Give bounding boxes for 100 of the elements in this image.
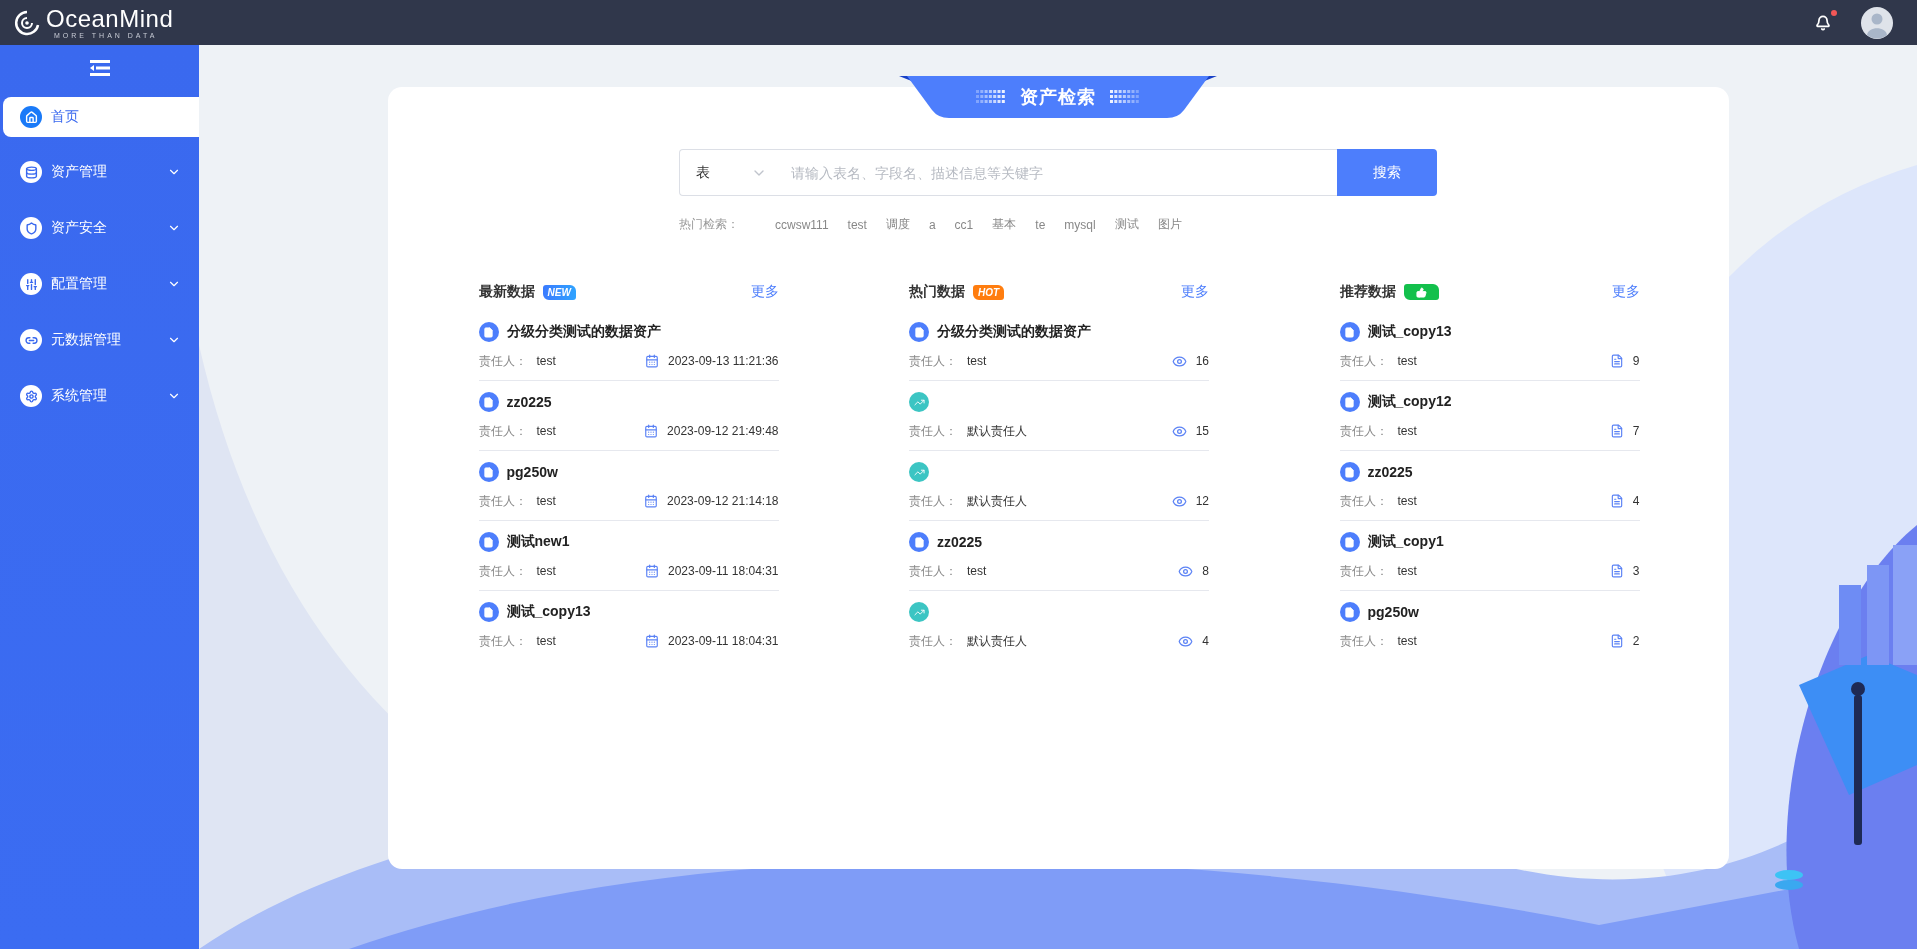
asset-name[interactable]: 测试_copy13 bbox=[1367, 323, 1452, 341]
thumbs-up-icon bbox=[1403, 284, 1439, 300]
count: 2 bbox=[1632, 634, 1640, 648]
owner-label: 责任人： bbox=[909, 562, 957, 580]
timestamp: 2023-09-11 18:04:31 bbox=[667, 634, 779, 648]
document-icon bbox=[1609, 424, 1624, 438]
dot-grid-icon bbox=[976, 90, 1006, 104]
hot-badge: HOT bbox=[973, 284, 1005, 300]
file-icon bbox=[478, 392, 499, 412]
file-icon bbox=[478, 602, 499, 622]
file-icon bbox=[909, 322, 929, 342]
hot-search-link[interactable]: 测试 bbox=[1114, 216, 1139, 233]
owner-label: 责任人： bbox=[478, 422, 527, 440]
asset-name[interactable]: 分级分类测试的数据资产 bbox=[506, 323, 661, 341]
file-icon bbox=[478, 532, 499, 552]
sidebar-item[interactable]: 资产管理 bbox=[0, 144, 199, 200]
link-icon bbox=[20, 329, 42, 351]
home-icon bbox=[20, 106, 42, 128]
hot-search-link[interactable]: test bbox=[847, 217, 867, 232]
document-icon bbox=[1609, 354, 1624, 368]
hot-search-link[interactable]: 图片 bbox=[1157, 216, 1182, 233]
calendar-icon bbox=[644, 564, 659, 578]
owner-label: 责任人： bbox=[478, 352, 527, 370]
avatar[interactable] bbox=[1861, 6, 1893, 39]
owner-name: 默认责任人 bbox=[967, 492, 1027, 510]
database-icon bbox=[20, 161, 42, 183]
logo-name: OceanMind bbox=[46, 6, 174, 31]
hot-search-link[interactable]: ccwsw111 bbox=[775, 217, 829, 232]
sidebar-item[interactable]: 配置管理 bbox=[0, 256, 199, 312]
asset-name[interactable]: zz0225 bbox=[937, 534, 983, 550]
owner-label: 责任人： bbox=[909, 422, 957, 440]
sidebar-item[interactable]: 系统管理 bbox=[0, 368, 199, 424]
new-badge: NEW bbox=[542, 284, 576, 300]
hot-search-link[interactable]: te bbox=[1035, 217, 1046, 232]
asset-name[interactable]: 分级分类测试的数据资产 bbox=[937, 323, 1091, 341]
hot-search-label: 热门检索： bbox=[679, 216, 739, 233]
asset-name[interactable]: pg250w bbox=[506, 464, 558, 480]
calendar-icon bbox=[644, 354, 659, 368]
asset-name[interactable]: 测试new1 bbox=[506, 533, 570, 551]
asset-name[interactable]: 测试_copy1 bbox=[1367, 533, 1444, 551]
asset-name[interactable]: zz0225 bbox=[1367, 464, 1413, 480]
sidebar-item[interactable]: 首页 bbox=[3, 97, 199, 137]
owner-label: 责任人： bbox=[909, 492, 957, 510]
file-icon bbox=[1339, 602, 1360, 622]
count: 7 bbox=[1632, 424, 1640, 438]
calendar-icon bbox=[644, 494, 659, 508]
eye-icon bbox=[1171, 423, 1187, 439]
owner-name: test bbox=[967, 564, 987, 578]
column-title: 推荐数据 bbox=[1339, 283, 1396, 301]
hot-search-link[interactable]: mysql bbox=[1064, 217, 1096, 232]
owner-name: test bbox=[1397, 564, 1417, 578]
owner-label: 责任人： bbox=[909, 632, 957, 650]
asset-name[interactable]: pg250w bbox=[1367, 604, 1419, 620]
chart-icon bbox=[909, 392, 929, 412]
search-field[interactable]: 请输入表名、字段名、描述信息等关键字 bbox=[779, 149, 1337, 196]
hot-search-link[interactable]: 调度 bbox=[885, 216, 910, 233]
eye-icon bbox=[1178, 633, 1194, 649]
owner-name: test bbox=[1397, 634, 1417, 648]
file-icon bbox=[1339, 532, 1360, 552]
more-link[interactable]: 更多 bbox=[1611, 283, 1640, 301]
owner-label: 责任人： bbox=[1339, 422, 1388, 440]
timestamp: 2023-09-13 11:21:36 bbox=[667, 354, 779, 368]
owner-label: 责任人： bbox=[1339, 352, 1388, 370]
shield-icon bbox=[20, 217, 42, 239]
asset-name[interactable]: 测试_copy12 bbox=[1367, 393, 1452, 411]
search-button[interactable]: 搜索 bbox=[1337, 149, 1437, 196]
owner-label: 责任人： bbox=[1339, 492, 1388, 510]
hot-search-link[interactable]: cc1 bbox=[954, 217, 974, 232]
hot-search-link[interactable]: 基本 bbox=[992, 216, 1017, 233]
calendar-icon bbox=[644, 634, 659, 648]
file-icon bbox=[909, 532, 929, 552]
owner-name: 默认责任人 bbox=[967, 632, 1027, 650]
timestamp: 2023-09-12 21:14:18 bbox=[667, 494, 779, 508]
eye-icon bbox=[1171, 353, 1187, 369]
file-icon bbox=[1339, 322, 1360, 342]
sidebar-item[interactable]: 元数据管理 bbox=[0, 312, 199, 368]
asset-name[interactable]: 测试_copy13 bbox=[506, 603, 591, 621]
eye-icon bbox=[1178, 563, 1194, 579]
document-icon bbox=[1609, 634, 1624, 648]
more-link[interactable]: 更多 bbox=[1181, 283, 1209, 301]
type-select[interactable]: 表 bbox=[679, 149, 779, 196]
timestamp: 2023-09-11 18:04:31 bbox=[667, 564, 779, 578]
logo-icon bbox=[14, 9, 40, 36]
owner-name: test bbox=[536, 634, 556, 648]
file-icon bbox=[1339, 392, 1360, 412]
asset-name[interactable]: zz0225 bbox=[506, 394, 552, 410]
count: 4 bbox=[1202, 634, 1209, 648]
calendar-icon bbox=[644, 424, 659, 438]
hot-search-link[interactable]: a bbox=[928, 217, 936, 232]
owner-name: test bbox=[1397, 424, 1417, 438]
dot-grid-icon bbox=[1110, 90, 1140, 104]
owner-label: 责任人： bbox=[478, 492, 527, 510]
chart-icon bbox=[909, 462, 929, 482]
more-link[interactable]: 更多 bbox=[750, 283, 779, 301]
owner-name: test bbox=[536, 564, 556, 578]
owner-name: test bbox=[536, 494, 556, 508]
count: 3 bbox=[1632, 564, 1640, 578]
sidebar-item[interactable]: 资产安全 bbox=[0, 200, 199, 256]
file-icon bbox=[478, 462, 499, 482]
owner-label: 责任人： bbox=[478, 632, 527, 650]
